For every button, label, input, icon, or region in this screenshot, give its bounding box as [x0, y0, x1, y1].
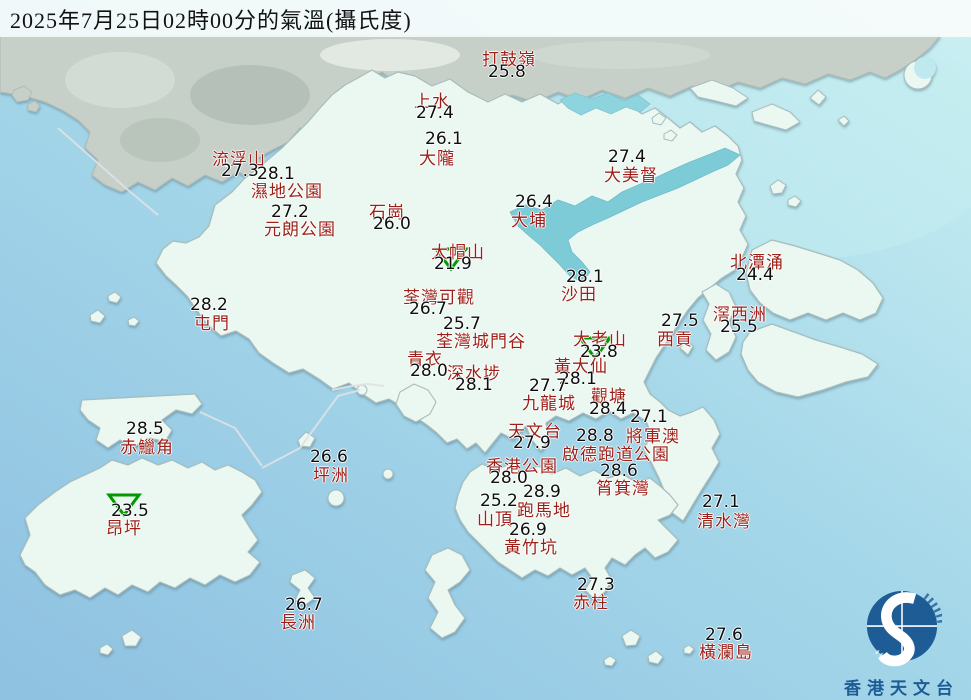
station-temp-value: 23.5	[111, 501, 149, 521]
station-temp-value: 27.1	[630, 407, 668, 427]
station-temp-value: 26.6	[310, 447, 348, 467]
weather-map-screen: 2025年7月25日02時00分的氣溫(攝氏度) 打鼓嶺25.8上水27.4大隴…	[0, 0, 971, 700]
station-temp-value: 27.3	[577, 575, 615, 595]
station-temp-value: 28.8	[576, 426, 614, 446]
station-temp-value: 26.4	[515, 192, 553, 212]
station-temp-value: 27.5	[661, 311, 699, 331]
station-temp-value: 26.7	[285, 595, 323, 615]
station-temp-value: 27.6	[705, 625, 743, 645]
station-temp-value: 28.1	[257, 164, 295, 184]
station-temp-value: 27.9	[513, 433, 551, 453]
station-temp-value: 27.2	[271, 202, 309, 222]
station-temp-value: 27.7	[529, 376, 567, 396]
station-temp-value: 28.0	[410, 361, 448, 381]
station-temp-value: 28.2	[190, 295, 228, 315]
station-temp-value: 28.5	[126, 419, 164, 439]
station-temp-value: 27.4	[608, 147, 646, 167]
station-temp-value: 28.4	[589, 399, 627, 419]
station-temp-value: 28.1	[566, 267, 604, 287]
station-temp-value: 27.4	[416, 103, 454, 123]
map-title: 2025年7月25日02時00分的氣溫(攝氏度)	[10, 3, 412, 35]
station-temp-value: 21.9	[434, 254, 472, 274]
station-temp-value: 26.9	[509, 520, 547, 540]
title-bar: 2025年7月25日02時00分的氣溫(攝氏度)	[0, 0, 971, 37]
hko-logo-name-zh: 香港天文台	[824, 674, 971, 699]
station-temp-value: 26.1	[425, 129, 463, 149]
station-temp-value: 27.1	[702, 492, 740, 512]
station-temp-value: 24.4	[736, 265, 774, 285]
hko-logo-icon	[862, 589, 942, 667]
station-temp-value: 26.7	[409, 299, 447, 319]
station-temp-value: 25.8	[488, 62, 526, 82]
hko-logo: 香港天文台 HONG KONG OBSERVATORY	[824, 589, 971, 700]
station-temp-value: 25.5	[720, 317, 758, 337]
station-temp-value: 28.6	[600, 461, 638, 481]
station-temp-value: 26.0	[373, 214, 411, 234]
station-temp-value: 28.1	[455, 375, 493, 395]
station-temp-value: 25.7	[443, 314, 481, 334]
station-temp-value: 25.2	[480, 491, 518, 511]
station-temp-value: 28.9	[523, 482, 561, 502]
